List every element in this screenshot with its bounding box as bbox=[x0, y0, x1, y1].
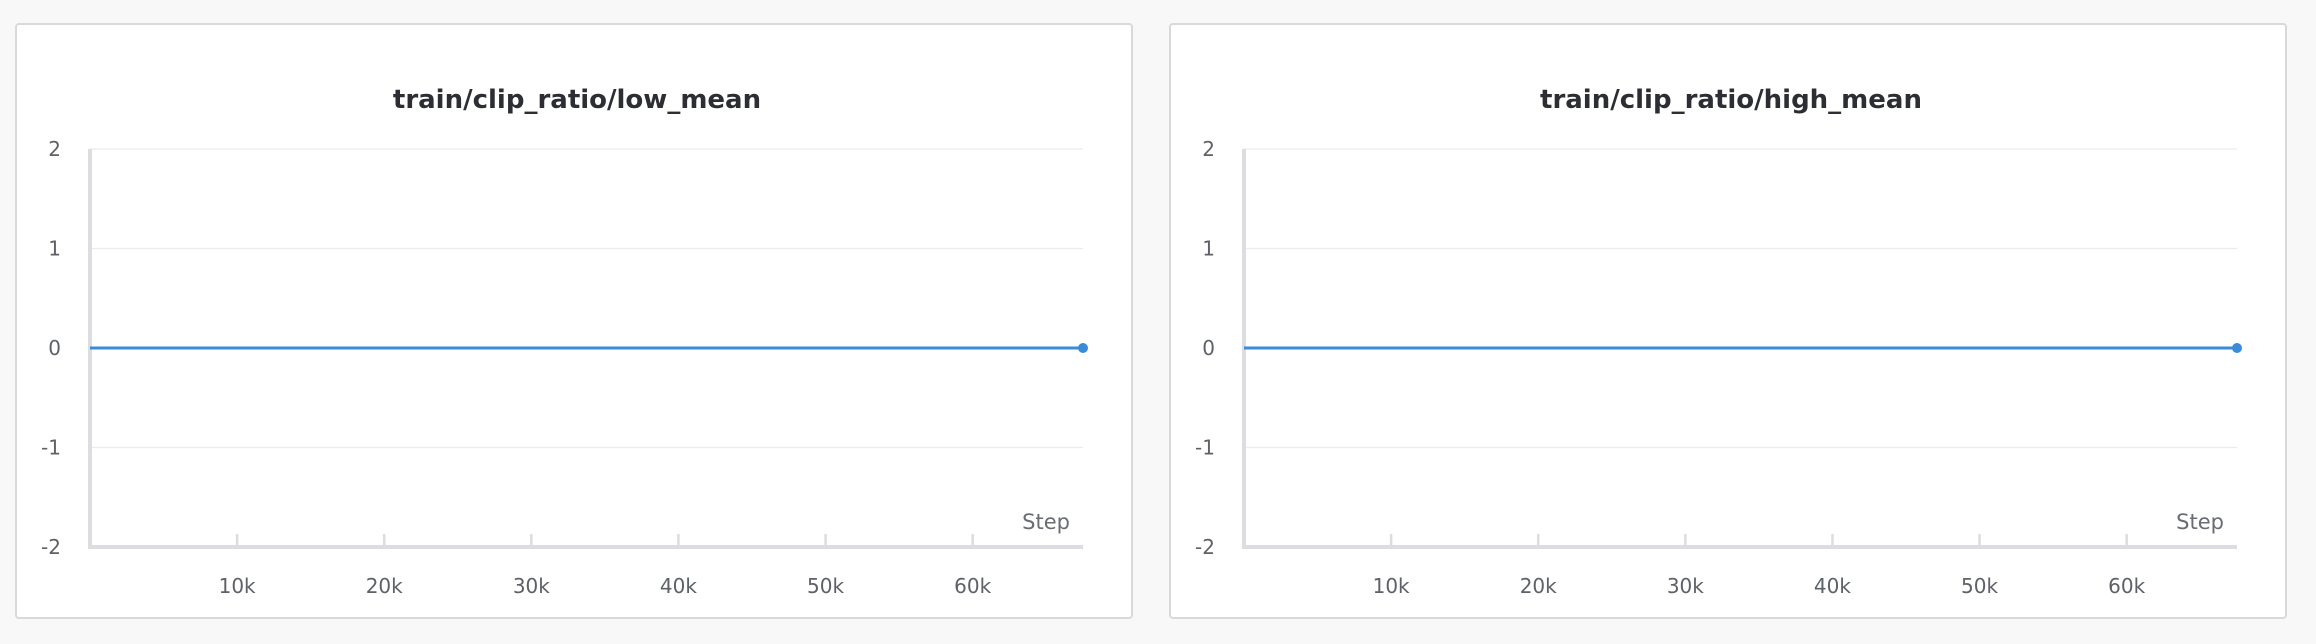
x-tick-label: 10k bbox=[1373, 574, 1410, 598]
series-layer bbox=[90, 343, 1088, 353]
y-tick-label: -1 bbox=[1195, 436, 1215, 460]
x-tick-label: 40k bbox=[1814, 574, 1851, 598]
x-tick-label: 20k bbox=[366, 574, 403, 598]
chart-panel-low-mean: train/clip_ratio/low_mean Step 2 1 0 -1 -2 10… bbox=[15, 23, 1133, 619]
y-tick-label: -2 bbox=[41, 535, 61, 559]
y-tick-label: -1 bbox=[41, 436, 61, 460]
grid-lines bbox=[90, 148, 1083, 449]
tick-labels: 2 1 0 -1 -2 10k 20k 30k 40k 50k 60k bbox=[41, 137, 992, 598]
chart-title: train/clip_ratio/high_mean bbox=[1540, 85, 1922, 115]
series-endpoint bbox=[1078, 343, 1088, 353]
y-tick-label: 1 bbox=[1202, 237, 1215, 261]
tick-labels: 2 1 0 -1 -2 10k 20k 30k 40k 50k 60k bbox=[1195, 137, 2146, 598]
chart-title: train/clip_ratio/low_mean bbox=[393, 85, 761, 115]
y-tick-label: 2 bbox=[1202, 137, 1215, 161]
y-tick-label: 0 bbox=[1202, 336, 1215, 360]
x-tick-label: 50k bbox=[807, 574, 844, 598]
chart-svg: train/clip_ratio/high_mean Step 2 1 0 -1 -2 1… bbox=[1195, 85, 2242, 598]
chart-svg: train/clip_ratio/low_mean Step 2 1 0 -1 -2 10… bbox=[41, 85, 1088, 598]
x-tick-label: 60k bbox=[954, 574, 991, 598]
y-tick-label: 0 bbox=[48, 336, 61, 360]
x-tick-label: 30k bbox=[1667, 574, 1704, 598]
x-tick-label: 30k bbox=[513, 574, 550, 598]
x-axis-label: Step bbox=[1022, 510, 1070, 534]
y-tick-label: 2 bbox=[48, 137, 61, 161]
series-layer bbox=[1244, 343, 2242, 353]
grid-lines bbox=[1244, 148, 2237, 449]
y-tick-label: 1 bbox=[48, 237, 61, 261]
series-endpoint bbox=[2232, 343, 2242, 353]
x-tick-label: 50k bbox=[1961, 574, 1998, 598]
x-tick-label: 10k bbox=[219, 574, 256, 598]
x-tick-label: 40k bbox=[660, 574, 697, 598]
chart-panel-high-mean: train/clip_ratio/high_mean Step 2 1 0 -1 -2 1… bbox=[1169, 23, 2287, 619]
y-tick-label: -2 bbox=[1195, 535, 1215, 559]
x-tick-label: 20k bbox=[1520, 574, 1557, 598]
x-tick-label: 60k bbox=[2108, 574, 2145, 598]
x-axis-label: Step bbox=[2176, 510, 2224, 534]
